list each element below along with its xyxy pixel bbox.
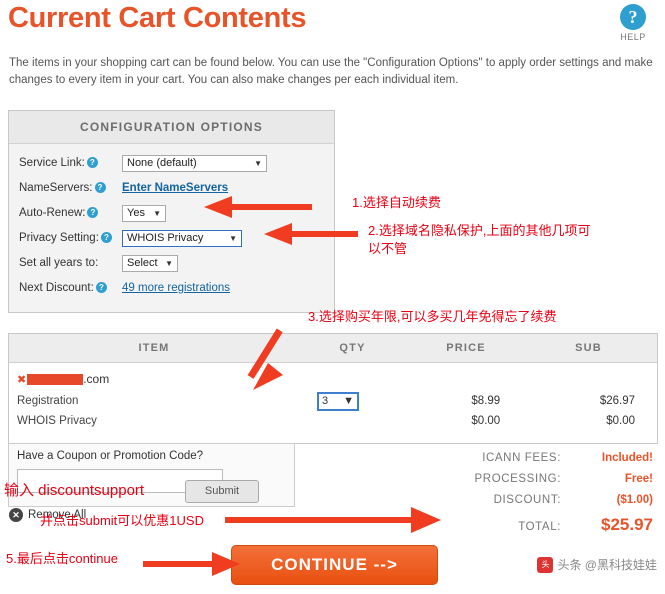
enter-nameservers-link[interactable]: Enter NameServers <box>122 182 228 194</box>
continue-button[interactable]: CONTINUE --> <box>231 545 438 585</box>
question-mark-icon: ? <box>620 4 646 30</box>
config-row-set-all-years: Set all years to: Select ▼ <box>19 252 324 274</box>
config-row-next-discount: Next Discount:? 49 more registrations <box>19 277 324 299</box>
configuration-options-panel: CONFIGURATION OPTIONS Service Link:? Non… <box>8 110 335 313</box>
discount-value: ($1.00) <box>616 494 653 506</box>
line-item-label: WHOIS Privacy <box>17 415 97 427</box>
total-value: $25.97 <box>601 515 653 534</box>
total-row-processing: PROCESSING: Free! <box>353 473 653 485</box>
config-row-service-link: Service Link:? None (default) ▼ <box>19 152 324 174</box>
watermark: 头 头条 @黑科技娃娃 <box>537 556 657 573</box>
help-icon-auto-renew[interactable]: ? <box>87 207 99 219</box>
config-row-auto-renew: Auto-Renew:? Yes ▼ <box>19 202 324 224</box>
coupon-submit-button[interactable]: Submit <box>185 480 259 503</box>
cart-table-header: ITEM QTY PRICE SUB <box>9 334 657 363</box>
help-icon-nameservers[interactable]: ? <box>94 182 106 194</box>
processing-value: Free! <box>624 473 653 485</box>
next-discount-link[interactable]: 49 more registrations <box>122 282 230 294</box>
line-item-price: $0.00 <box>471 415 501 427</box>
service-link-value: None (default) <box>127 157 197 169</box>
column-header-sub: SUB <box>575 342 602 354</box>
set-all-years-label: Set all years to: <box>19 257 99 269</box>
cart-domain-row: ✖ .com <box>9 369 657 391</box>
help-icon-service-link[interactable]: ? <box>86 157 98 169</box>
help-link[interactable]: ? HELP <box>611 4 655 42</box>
annotation-1: 1.选择自动续费 <box>352 195 441 210</box>
quantity-select[interactable]: 3 ▼ <box>317 391 360 411</box>
remove-item-icon[interactable]: ✖ <box>17 373 26 386</box>
chevron-down-icon: ▼ <box>254 158 262 168</box>
privacy-setting-select[interactable]: WHOIS Privacy ▼ <box>122 229 242 247</box>
page-title: Current Cart Contents <box>8 2 307 34</box>
cart-table-body: ✖ .com Registration 3 ▼ $8.99 $26.97 WHO… <box>9 363 657 443</box>
auto-renew-label: Auto-Renew: <box>19 207 86 219</box>
service-link-label: Service Link: <box>19 157 85 169</box>
total-row-icann-fees: ICANN FEES: Included! <box>353 452 653 464</box>
annotation-6: 5.最后点击continue <box>6 551 118 566</box>
annotation-3: 3.选择购买年限,可以多买几年免得忘了续费 <box>308 309 557 324</box>
configuration-options-heading: CONFIGURATION OPTIONS <box>9 111 334 144</box>
domain-name: .com <box>83 372 110 386</box>
table-row: Registration 3 ▼ $8.99 $26.97 <box>9 391 657 411</box>
chevron-down-icon: ▼ <box>229 233 237 243</box>
auto-renew-select[interactable]: Yes ▼ <box>122 204 166 222</box>
table-row: WHOIS Privacy $0.00 $0.00 <box>9 411 657 431</box>
icann-fees-value: Included! <box>601 452 653 464</box>
auto-renew-value: Yes <box>127 207 145 219</box>
totals-panel: ICANN FEES: Included! PROCESSING: Free! … <box>353 452 653 544</box>
processing-label: PROCESSING: <box>474 473 561 485</box>
coupon-label: Have a Coupon or Promotion Code? <box>17 450 204 462</box>
watermark-text: 头条 @黑科技娃娃 <box>557 558 657 572</box>
total-label: TOTAL: <box>518 521 561 533</box>
icann-fees-label: ICANN FEES: <box>482 452 561 464</box>
line-item-sub: $0.00 <box>606 415 636 427</box>
chevron-down-icon: ▼ <box>165 258 173 268</box>
column-header-price: PRICE <box>446 342 486 354</box>
intro-text: The items in your shopping cart can be f… <box>9 57 653 86</box>
configuration-options-body: Service Link:? None (default) ▼ NameServ… <box>9 144 334 312</box>
total-row-discount: DISCOUNT: ($1.00) <box>353 494 653 506</box>
cart-table: ITEM QTY PRICE SUB ✖ .com Registration 3… <box>8 333 658 444</box>
help-label: HELP <box>620 32 646 42</box>
quantity-value: 3 <box>322 395 329 407</box>
next-discount-label: Next Discount: <box>19 282 94 294</box>
privacy-setting-label: Privacy Setting: <box>19 232 99 244</box>
nameservers-label: NameServers: <box>19 182 93 194</box>
total-row-total: TOTAL: $25.97 <box>353 515 653 535</box>
set-all-years-value: Select <box>127 257 158 269</box>
watermark-logo-icon: 头 <box>537 556 554 573</box>
config-row-privacy-setting: Privacy Setting:? WHOIS Privacy ▼ <box>19 227 324 249</box>
line-item-price: $8.99 <box>471 395 501 407</box>
column-header-item: ITEM <box>138 342 170 354</box>
annotation-5: 并点击submit可以优惠1USD <box>40 513 204 528</box>
annotation-2: 2.选择域名隐私保护,上面的其他几项可 以不管 <box>368 223 591 257</box>
config-row-nameservers: NameServers:? Enter NameServers <box>19 177 324 199</box>
annotation-4: 输入 discountsupport <box>4 482 145 499</box>
service-link-select[interactable]: None (default) ▼ <box>122 154 267 172</box>
chevron-down-icon: ▼ <box>343 395 355 407</box>
close-icon: ✕ <box>9 508 23 522</box>
help-icon-next-discount[interactable]: ? <box>95 282 107 294</box>
redacted-domain-block <box>27 373 84 385</box>
line-item-label: Registration <box>17 395 79 407</box>
set-all-years-select[interactable]: Select ▼ <box>122 254 178 272</box>
quantity-cell: 3 ▼ <box>288 391 388 411</box>
discount-label: DISCOUNT: <box>493 494 561 506</box>
chevron-down-icon: ▼ <box>153 208 161 218</box>
privacy-setting-value: WHOIS Privacy <box>127 232 204 244</box>
column-header-qty: QTY <box>339 342 366 354</box>
line-item-sub: $26.97 <box>599 395 636 407</box>
help-icon-privacy-setting[interactable]: ? <box>100 232 112 244</box>
